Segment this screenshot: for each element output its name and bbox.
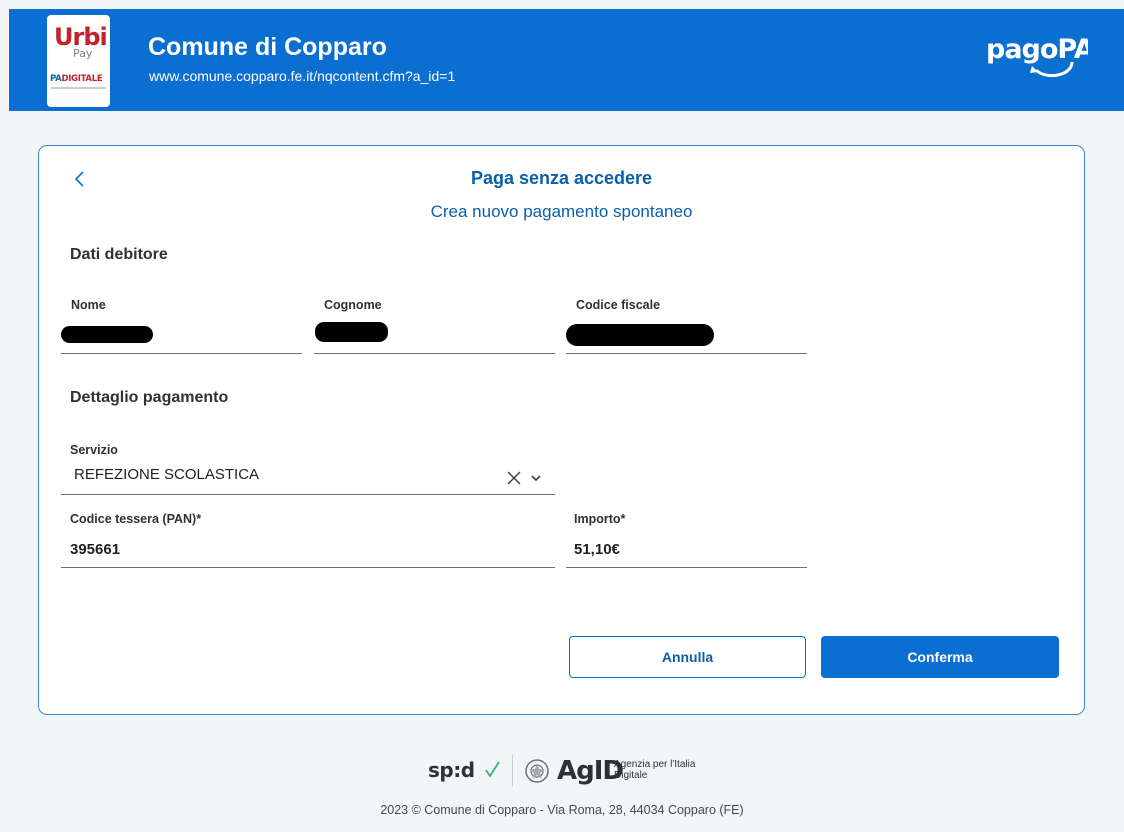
servizio-select[interactable]	[61, 494, 555, 495]
cancel-button[interactable]: Annulla	[569, 636, 806, 678]
servizio-label: Servizio	[70, 443, 118, 457]
codice-fiscale-field[interactable]	[566, 353, 807, 354]
padigitale-pa: PA	[50, 74, 62, 84]
servizio-select-controls	[507, 471, 541, 485]
importo-label: Importo*	[574, 512, 626, 526]
footer-copyright: 2023 © Comune di Copparo - Via Roma, 28,…	[380, 803, 744, 817]
site-header: Urbi Pay PADIGITALE Comune di Copparo ww…	[9, 9, 1124, 111]
nome-field[interactable]	[61, 353, 302, 354]
cognome-redacted-value	[315, 322, 388, 342]
agid-subtitle: Agenzia per l'Italia Digitale	[614, 759, 696, 781]
importo-underline	[566, 567, 807, 568]
logo-urbi-text: Urbi	[54, 23, 108, 51]
codice-tessera-underline	[61, 567, 555, 568]
pagopa-logo-icon[interactable]: pagoPA	[986, 26, 1088, 82]
cognome-label: Cognome	[324, 298, 382, 312]
confirm-button[interactable]: Conferma	[821, 636, 1059, 678]
padigitale-logo: PADIGITALE	[50, 74, 103, 84]
padigitale-rest: DIGITALE	[61, 74, 103, 84]
codice-fiscale-redacted-value	[566, 324, 714, 346]
importo-input[interactable]: 51,10€	[574, 541, 620, 558]
chevron-down-icon[interactable]	[531, 475, 541, 482]
logo-pay-text: Pay	[73, 47, 93, 60]
page-subtitle: Crea nuovo pagamento spontaneo	[430, 202, 693, 221]
nome-label: Nome	[71, 298, 106, 312]
payment-section-title: Dettaglio pagamento	[70, 389, 229, 406]
footer-logos: sp:d AgID Agenzia per l'Italia Digitale	[428, 755, 708, 789]
nome-redacted-value	[61, 326, 153, 343]
urbi-pay-logo[interactable]: Urbi Pay PADIGITALE	[47, 15, 110, 107]
servizio-select-value[interactable]: REFEZIONE SCOLASTICA	[74, 466, 259, 483]
payment-card: Paga senza accedere Crea nuovo pagamento…	[38, 145, 1085, 715]
spid-check-icon	[485, 761, 500, 778]
page-title: Paga senza accedere	[470, 168, 653, 188]
footer-logo-divider	[512, 755, 513, 787]
site-url[interactable]: www.comune.copparo.fe.it/nqcontent.cfm?a…	[149, 67, 455, 85]
svg-text:pagoPA: pagoPA	[986, 34, 1088, 65]
cognome-field[interactable]	[314, 353, 555, 354]
debtor-section-title: Dati debitore	[70, 246, 168, 263]
spid-logo[interactable]: sp:d	[428, 758, 475, 782]
codice-tessera-input[interactable]: 395661	[70, 541, 120, 558]
codice-tessera-label: Codice tessera (PAN)*	[70, 512, 202, 526]
clear-icon[interactable]	[507, 471, 521, 485]
logo-divider	[51, 87, 106, 89]
codice-fiscale-label: Codice fiscale	[576, 298, 661, 312]
italian-republic-emblem-icon	[525, 759, 549, 783]
site-title[interactable]: Comune di Copparo	[148, 32, 387, 62]
